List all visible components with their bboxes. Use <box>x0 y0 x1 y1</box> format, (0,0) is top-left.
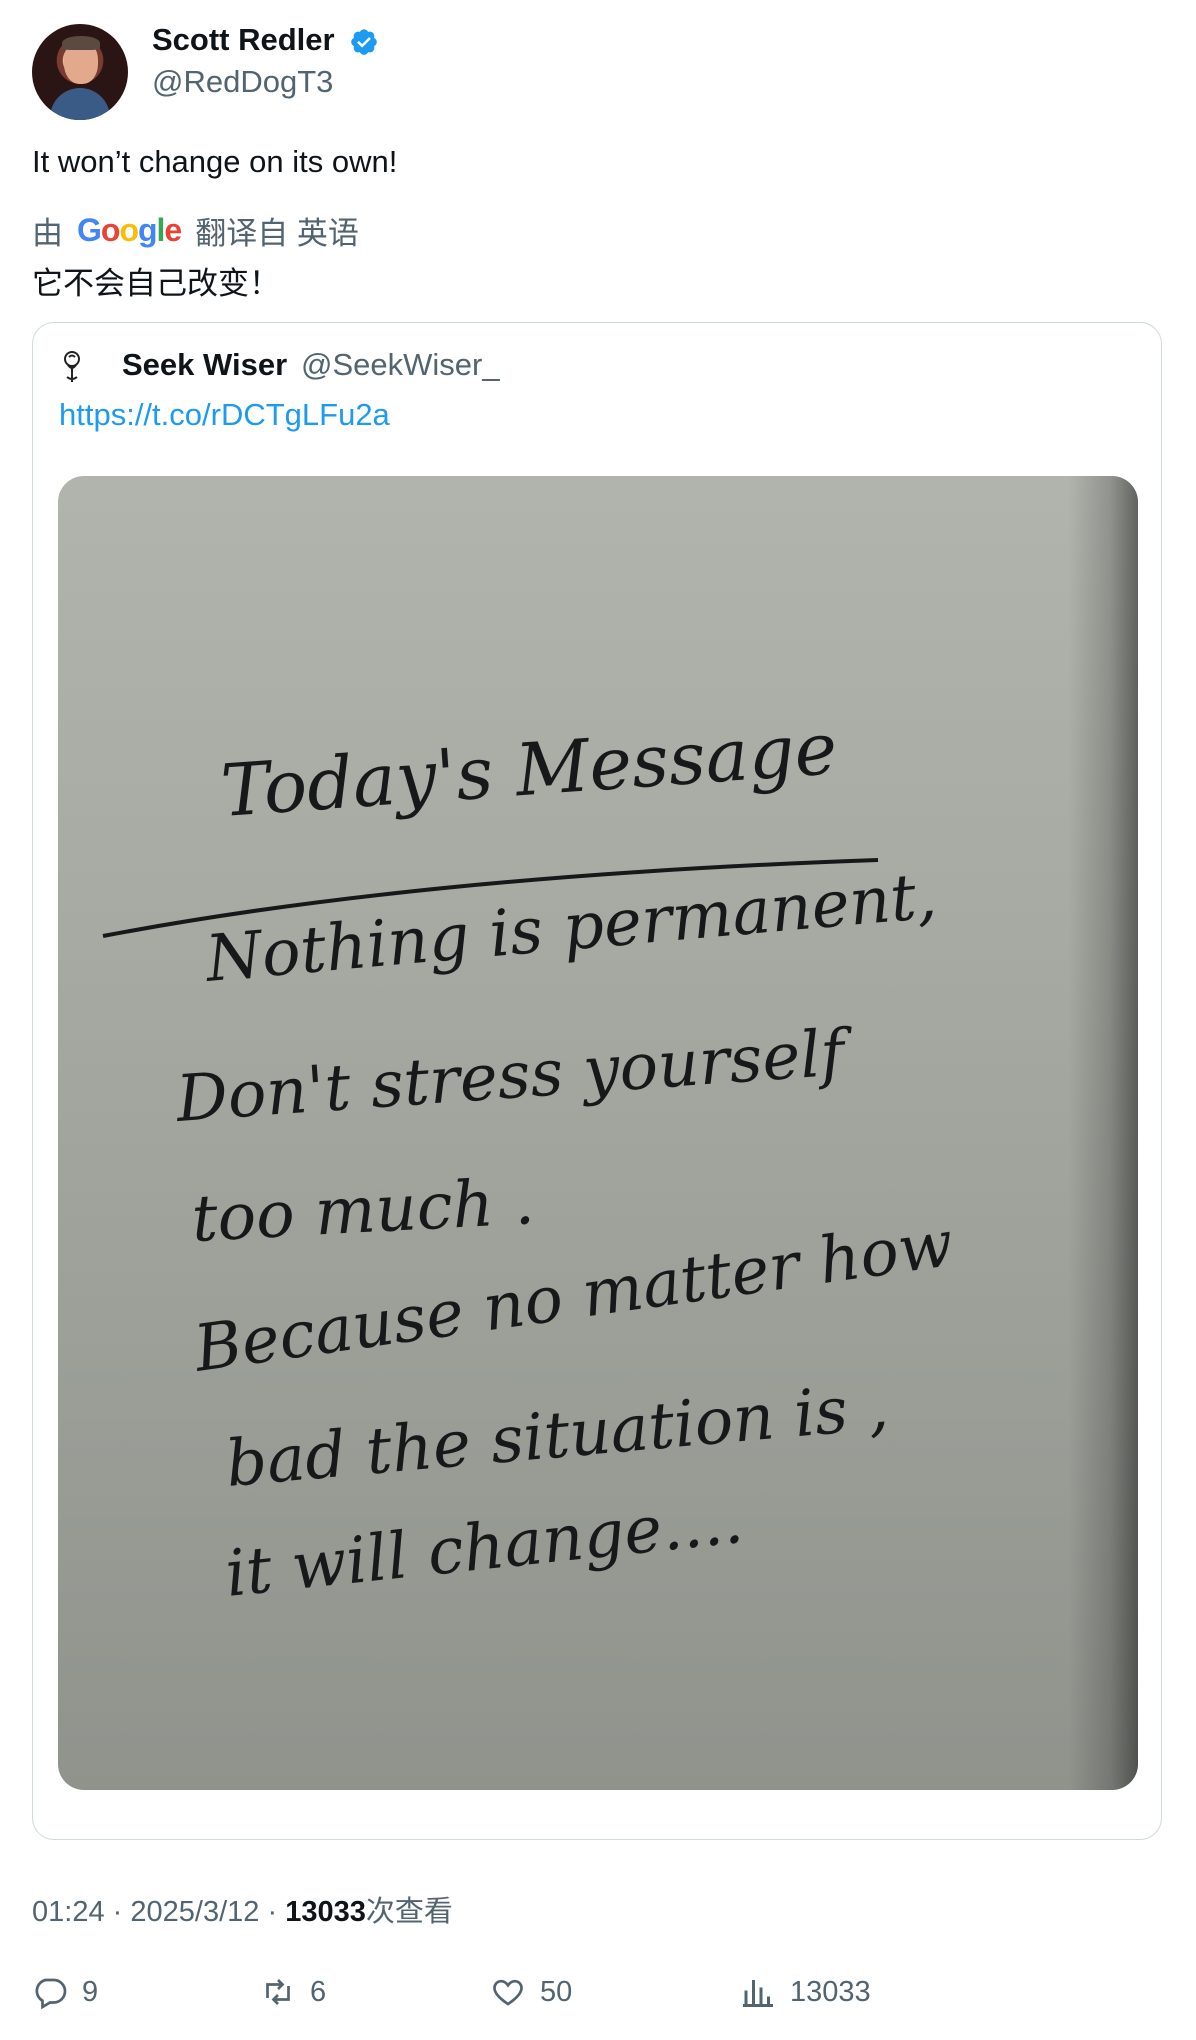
like-button[interactable]: 50 <box>490 1974 572 2010</box>
analytics-icon <box>743 1980 773 2007</box>
translation-prefix: 由 <box>32 216 63 251</box>
reply-count: 9 <box>82 1975 99 2008</box>
note-title: Today's Message <box>218 706 839 833</box>
tweet-meta: 01:24 · 2025/3/12 · 13033次查看 <box>32 1888 453 1930</box>
quoted-author-handle[interactable]: @SeekWiser_ <box>301 347 500 383</box>
view-count-suffix: 次查看 <box>365 1896 453 1928</box>
quoted-tweet-link[interactable]: https://t.co/rDCTgLFu2a <box>59 397 390 433</box>
note-line-2: Don't stress yourself <box>173 1016 857 1137</box>
quoted-tweet-card[interactable]: Seek Wiser @SeekWiser_ https://t.co/rDCT… <box>32 322 1162 1840</box>
google-logo: Google <box>77 212 182 248</box>
handwritten-note: Today's Message Nothing is permanent, Do… <box>102 706 958 1612</box>
avatar-hair <box>62 36 100 50</box>
tweet-actions: 9 6 50 13033 <box>32 1974 1162 2018</box>
verified-badge-icon <box>351 29 377 55</box>
note-line-5: bad the situation is , <box>223 1370 891 1502</box>
note-line-6: it will change.... <box>222 1484 747 1612</box>
meta-separator: · <box>267 1896 278 1928</box>
retweet-button[interactable]: 6 <box>260 1974 326 2010</box>
retweet-icon <box>266 1979 290 2005</box>
translation-suffix: 翻译自 英语 <box>195 216 359 251</box>
note-line-1: Nothing is permanent, <box>201 859 939 997</box>
tweet-time[interactable]: 01:24 <box>32 1896 105 1928</box>
author-avatar[interactable] <box>32 24 128 120</box>
author-handle[interactable]: @RedDogT3 <box>152 64 333 100</box>
translated-text: 它不会自己改变！ <box>32 266 280 301</box>
view-count: 13033 <box>285 1896 366 1928</box>
tweet-date[interactable]: 2025/3/12 <box>130 1896 259 1928</box>
translation-attribution: 由 Google 翻译自 英语 <box>32 208 359 253</box>
note-line-3: too much . <box>190 1165 536 1257</box>
quoted-author-name[interactable]: Seek Wiser <box>122 347 287 383</box>
tweet-text: It won’t change on its own! <box>32 144 398 179</box>
retweet-count: 6 <box>310 1975 327 2008</box>
views-count: 13033 <box>790 1975 871 2008</box>
reply-button[interactable]: 9 <box>32 1974 98 2010</box>
reply-icon <box>35 1978 67 2010</box>
quoted-tweet-image[interactable]: Today's Message Nothing is permanent, Do… <box>58 476 1138 1790</box>
avatar-shirt <box>50 88 110 120</box>
views-button[interactable]: 13033 <box>740 1974 871 2010</box>
quoted-author-avatar[interactable] <box>55 347 89 387</box>
author-name[interactable]: Scott Redler <box>152 22 335 58</box>
heart-icon <box>493 1979 523 2006</box>
like-count: 50 <box>540 1975 573 2008</box>
meta-separator: · <box>112 1896 123 1928</box>
